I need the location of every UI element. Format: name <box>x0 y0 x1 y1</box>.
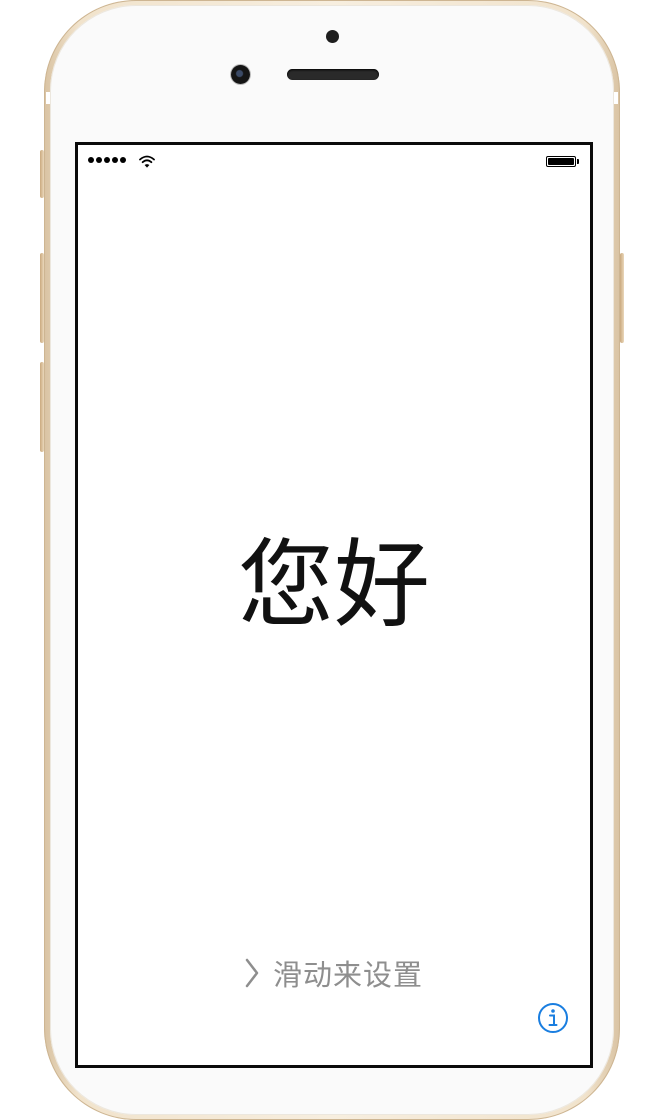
greeting-title: 您好 <box>238 529 430 641</box>
status-bar <box>78 145 590 175</box>
volume-down-button[interactable] <box>40 362 44 452</box>
chevron-right-icon <box>245 958 259 988</box>
cellular-signal-dots-icon <box>88 157 126 163</box>
mute-switch[interactable] <box>40 150 44 198</box>
battery-level-fill <box>548 158 574 165</box>
earpiece-speaker <box>287 69 379 80</box>
battery-cap <box>577 159 579 164</box>
wifi-icon <box>139 153 155 172</box>
slide-to-setup-label: 滑动来设置 <box>272 958 423 992</box>
slide-to-setup[interactable]: 滑动来设置 <box>78 953 590 993</box>
info-circle-icon <box>538 1003 568 1033</box>
battery-full-icon <box>546 156 576 167</box>
front-camera-icon <box>231 65 250 84</box>
proximity-sensor <box>326 30 339 43</box>
info-button[interactable] <box>536 1001 570 1035</box>
volume-up-button[interactable] <box>40 253 44 343</box>
power-button[interactable] <box>620 253 624 343</box>
device-screen: 您好 滑动来设置 <box>75 142 593 1068</box>
